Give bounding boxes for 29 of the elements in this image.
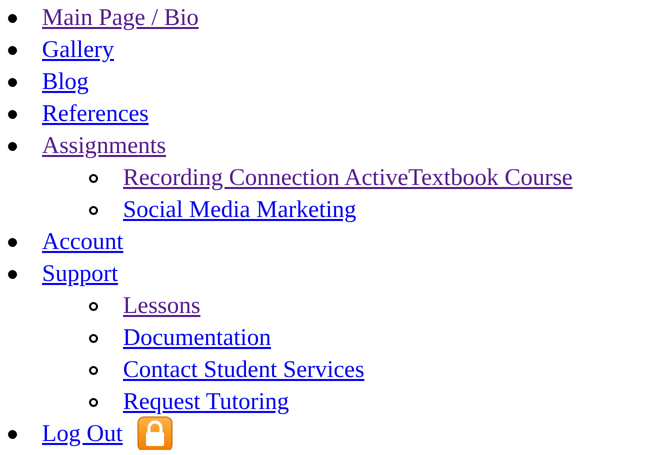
bullet-icon [8, 270, 17, 278]
bullet-icon [89, 334, 98, 342]
bullet-icon [8, 14, 17, 22]
bullet-icon [8, 430, 17, 438]
menu-link[interactable]: Assignments [42, 130, 166, 162]
menu-link[interactable]: Lessons [123, 290, 200, 322]
bullet-icon [89, 366, 98, 374]
bullet-icon [8, 110, 17, 118]
bullet-icon [89, 206, 98, 214]
menu-link[interactable]: Social Media Marketing [123, 194, 356, 226]
menu-link[interactable]: Account [42, 226, 124, 258]
bullet-icon [8, 238, 17, 246]
padlock-icon [136, 416, 173, 450]
menu-link[interactable]: Recording Connection ActiveTextbook Course [123, 162, 573, 194]
menu-link[interactable]: Main Page / Bio [42, 2, 199, 34]
bullet-icon [8, 78, 17, 86]
menu-link[interactable]: Request Tutoring [123, 386, 290, 418]
bullet-icon [89, 398, 98, 406]
bullet-icon [8, 142, 17, 150]
bullet-icon [89, 174, 98, 182]
menu-link[interactable]: Log Out [42, 416, 173, 450]
bullet-icon [89, 302, 98, 310]
bullet-icon [8, 46, 17, 54]
menu-link[interactable]: Blog [42, 66, 89, 98]
menu-link[interactable]: Gallery [42, 34, 114, 66]
menu-link[interactable]: Contact Student Services [123, 354, 364, 386]
menu-link[interactable]: Documentation [123, 322, 271, 354]
menu-link[interactable]: References [42, 98, 149, 130]
menu-link[interactable]: Support [42, 258, 118, 290]
